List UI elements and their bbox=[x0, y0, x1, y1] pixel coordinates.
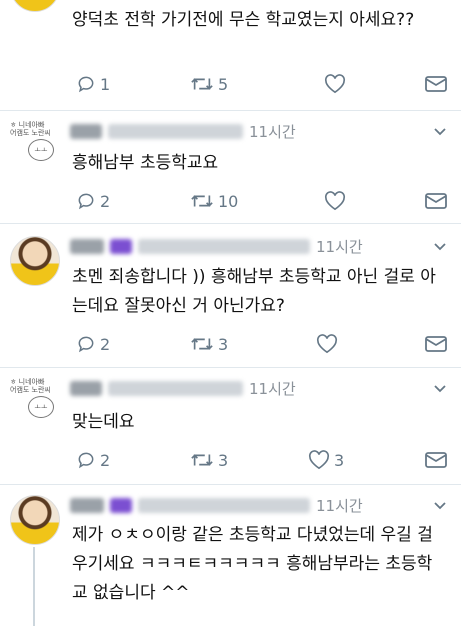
reply-icon bbox=[78, 452, 94, 469]
tweet-2: ㅎ 니네아빠 어캠도 노란씨 ㅗㅗ 11시간 흥해남부 초등학교요 2 10 bbox=[0, 111, 461, 223]
thread-line bbox=[33, 547, 35, 626]
retweet-count: 5 bbox=[218, 74, 229, 94]
handle-redacted[interactable] bbox=[138, 238, 310, 254]
reply-count: 1 bbox=[100, 74, 111, 94]
tweet-1: 양덕초 전학 가기전에 무슨 학교였는지 아세요?? 1 5 bbox=[0, 0, 461, 110]
dm-button[interactable] bbox=[424, 191, 448, 211]
avatar[interactable]: ㅎ 니네아빠 어캠도 노란씨 ㅗㅗ bbox=[10, 378, 58, 426]
like-icon bbox=[324, 191, 346, 211]
reply-count: 2 bbox=[100, 450, 111, 470]
reply-button[interactable]: 1 bbox=[76, 74, 110, 94]
tweet-header: 11시간 bbox=[70, 236, 363, 256]
like-button[interactable] bbox=[324, 74, 350, 94]
tweet-text: 초멘 죄송합니다 )) 흥해남부 초등학교 아닌 걸로 아는데요 잘못아신 거 … bbox=[72, 267, 436, 316]
display-name-redacted[interactable] bbox=[70, 238, 104, 254]
retweet-count: 10 bbox=[218, 191, 239, 211]
avatar[interactable] bbox=[10, 236, 60, 286]
chevron-down-icon[interactable] bbox=[433, 240, 447, 254]
retweet-count: 3 bbox=[218, 450, 229, 470]
dm-button[interactable] bbox=[424, 450, 448, 470]
retweet-count: 3 bbox=[218, 334, 229, 354]
reply-button[interactable]: 2 bbox=[76, 450, 110, 470]
dm-button[interactable] bbox=[424, 74, 448, 94]
tweet-time[interactable]: 11시간 bbox=[249, 378, 296, 399]
reply-count: 2 bbox=[100, 191, 111, 211]
tweet-text: 제가 ㅇㅊㅇ이랑 같은 초등학교 다녔었는데 우길 걸 우기세요 ㅋㅋㅋㅌㅋㅋㅋ… bbox=[72, 525, 433, 603]
tweet-5: 11시간 제가 ㅇㅊㅇ이랑 같은 초등학교 다녔었는데 우길 걸 우기세요 ㅋㅋ… bbox=[0, 485, 461, 626]
avatar-caption: ㅎ 니네아빠 어캠도 노란씨 bbox=[10, 121, 51, 137]
chevron-down-icon[interactable] bbox=[433, 382, 447, 396]
display-name-emoji-redacted[interactable] bbox=[110, 497, 132, 513]
tweet-time[interactable]: 11시간 bbox=[249, 121, 296, 142]
tweet-time[interactable]: 11시간 bbox=[316, 236, 363, 257]
like-icon bbox=[316, 334, 338, 354]
tweet-actions: 2 3 3 bbox=[72, 450, 457, 476]
chevron-down-icon[interactable] bbox=[433, 499, 447, 513]
avatar-caption: ㅎ 니네아빠 어캠도 노란씨 bbox=[10, 378, 51, 394]
dm-icon bbox=[425, 336, 447, 352]
tweet-text: 흥해남부 초등학교요 bbox=[72, 153, 219, 173]
display-name-redacted[interactable] bbox=[70, 123, 102, 139]
avatar[interactable]: ㅎ 니네아빠 어캠도 노란씨 ㅗㅗ bbox=[10, 121, 58, 169]
reply-count: 2 bbox=[100, 334, 111, 354]
display-name-emoji-redacted[interactable] bbox=[110, 238, 132, 254]
like-button[interactable] bbox=[324, 191, 350, 211]
retweet-button[interactable]: 5 bbox=[190, 74, 228, 94]
tweet-text: 맞는데요 bbox=[72, 412, 135, 432]
like-icon bbox=[324, 74, 346, 94]
tweet-actions: 2 3 bbox=[72, 334, 457, 360]
dm-icon bbox=[425, 76, 447, 92]
dm-button[interactable] bbox=[424, 334, 448, 354]
retweet-icon bbox=[191, 195, 213, 207]
like-button[interactable] bbox=[316, 334, 342, 354]
tweet-time[interactable]: 11시간 bbox=[316, 495, 363, 516]
like-button[interactable]: 3 bbox=[308, 450, 344, 470]
avatar-face-icon: ㅗㅗ bbox=[28, 396, 54, 418]
tweet-actions: 2 10 bbox=[72, 191, 457, 217]
tweet-header: 11시간 bbox=[70, 121, 296, 141]
reply-icon bbox=[78, 76, 94, 93]
handle-redacted[interactable] bbox=[138, 497, 310, 513]
retweet-icon bbox=[191, 338, 213, 350]
handle-redacted[interactable] bbox=[108, 380, 243, 396]
tweet-4: ㅎ 니네아빠 어캠도 노란씨 ㅗㅗ 11시간 맞는데요 2 3 3 bbox=[0, 368, 461, 484]
retweet-button[interactable]: 3 bbox=[190, 334, 228, 354]
tweet-header: 11시간 bbox=[70, 378, 296, 398]
retweet-icon bbox=[191, 454, 213, 466]
reply-icon bbox=[78, 336, 94, 353]
tweet-header: 11시간 bbox=[70, 495, 363, 515]
like-count: 3 bbox=[334, 450, 345, 470]
reply-icon bbox=[78, 193, 94, 210]
chevron-down-icon[interactable] bbox=[433, 125, 447, 139]
retweet-button[interactable]: 10 bbox=[190, 191, 238, 211]
display-name-redacted[interactable] bbox=[70, 497, 104, 513]
dm-icon bbox=[425, 452, 447, 468]
tweet-text: 양덕초 전학 가기전에 무슨 학교였는지 아세요?? bbox=[72, 10, 415, 30]
retweet-button[interactable]: 3 bbox=[190, 450, 228, 470]
handle-redacted[interactable] bbox=[108, 123, 243, 139]
reply-button[interactable]: 2 bbox=[76, 191, 110, 211]
dm-icon bbox=[425, 193, 447, 209]
like-icon bbox=[308, 450, 330, 470]
reply-button[interactable]: 2 bbox=[76, 334, 110, 354]
avatar[interactable] bbox=[10, 0, 60, 12]
avatar[interactable] bbox=[10, 495, 60, 545]
retweet-icon bbox=[191, 78, 213, 90]
display-name-redacted[interactable] bbox=[70, 380, 102, 396]
tweet-3: 11시간 초멘 죄송합니다 )) 흥해남부 초등학교 아닌 걸로 아는데요 잘못… bbox=[0, 224, 461, 367]
tweet-actions: 1 5 bbox=[72, 74, 457, 100]
avatar-face-icon: ㅗㅗ bbox=[28, 139, 54, 161]
